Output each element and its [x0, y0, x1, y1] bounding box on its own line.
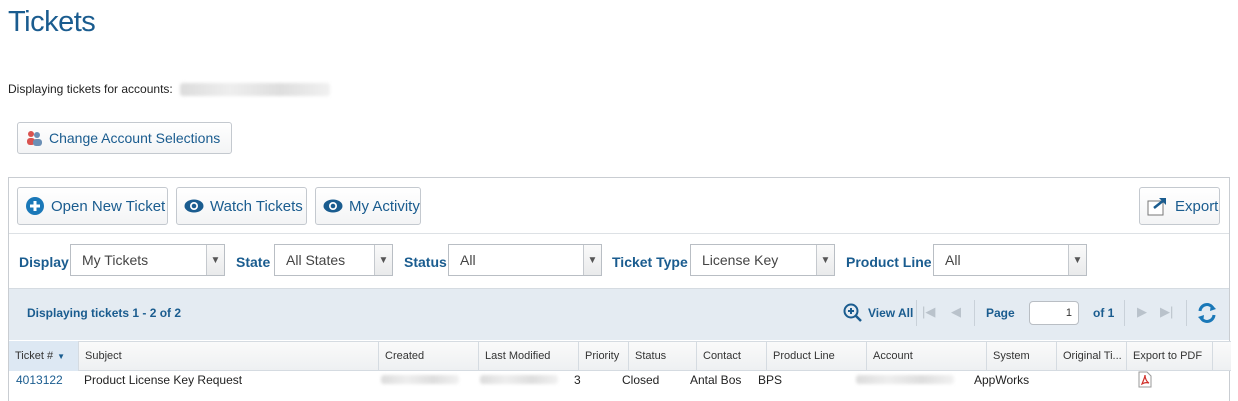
ticket-product-line: BPS — [758, 373, 783, 387]
export-button[interactable]: Export — [1139, 187, 1220, 225]
export-icon — [1147, 196, 1169, 216]
export-label: Export — [1175, 197, 1219, 215]
last-page-icon[interactable]: ▶| — [1160, 304, 1173, 320]
page-number-input[interactable]: 1 — [1029, 301, 1079, 325]
state-filter-label: State — [236, 254, 271, 270]
divider — [1124, 300, 1125, 326]
accounts-redacted — [180, 83, 331, 97]
column-header-export-to-pdf[interactable]: Export to PDF — [1127, 341, 1213, 371]
column-header-status[interactable]: Status — [629, 341, 697, 371]
my-activity-label: My Activity — [349, 197, 420, 215]
view-all-link[interactable]: View All — [868, 306, 913, 320]
product-line-select[interactable]: All ▼ — [933, 244, 1087, 276]
column-header-created[interactable]: Created — [379, 341, 479, 371]
watch-tickets-button[interactable]: Watch Tickets — [176, 187, 307, 225]
account-redacted — [856, 375, 954, 384]
pager-summary: Displaying tickets 1 - 2 of 2 — [27, 306, 182, 320]
eye-icon — [184, 199, 204, 213]
status-filter-label: Status — [404, 254, 447, 270]
zoom-in-icon[interactable] — [843, 303, 863, 328]
previous-page-icon[interactable]: ◀ — [951, 304, 961, 320]
column-header-priority[interactable]: Priority — [579, 341, 629, 371]
column-header-product-line[interactable]: Product Line — [767, 341, 867, 371]
divider — [1186, 300, 1187, 326]
chevron-down-icon: ▼ — [583, 245, 601, 275]
accounts-line: Displaying tickets for accounts: — [8, 82, 331, 97]
next-page-icon[interactable]: ▶ — [1137, 304, 1147, 320]
status-select-value: All — [460, 252, 476, 268]
ticket-status: Closed — [622, 373, 660, 387]
chevron-down-icon: ▼ — [1068, 245, 1086, 275]
ticket-subject: Product License Key Request — [84, 373, 243, 387]
change-account-selections-button[interactable]: Change Account Selections — [17, 122, 232, 154]
column-header-account[interactable]: Account — [867, 341, 987, 371]
page-of-label: of 1 — [1093, 306, 1115, 320]
change-account-selections-label: Change Account Selections — [49, 130, 221, 146]
ticket-type-filter-label: Ticket Type — [612, 254, 688, 270]
watch-tickets-label: Watch Tickets — [210, 197, 303, 215]
ticket-priority: 3 — [574, 373, 581, 387]
my-activity-button[interactable]: My Activity — [315, 187, 421, 225]
first-page-icon[interactable]: |◀ — [922, 304, 935, 320]
column-header-subject[interactable]: Subject — [79, 341, 379, 371]
ticket-type-select[interactable]: License Key ▼ — [690, 244, 835, 276]
plus-circle-icon — [25, 196, 45, 216]
product-line-select-value: All — [945, 252, 961, 268]
state-select[interactable]: All States ▼ — [274, 244, 393, 276]
sort-descending-icon: ▼ — [57, 351, 66, 361]
ticket-type-select-value: License Key — [702, 252, 779, 268]
status-select[interactable]: All ▼ — [448, 244, 602, 276]
eye-icon — [323, 199, 343, 213]
open-new-ticket-label: Open New Ticket — [51, 197, 166, 215]
ticket-number-link[interactable]: 4013122 — [16, 373, 63, 390]
column-header-contact[interactable]: Contact — [697, 341, 767, 371]
accounts-label: Displaying tickets for accounts: — [8, 82, 173, 96]
divider — [916, 300, 917, 326]
open-new-ticket-button[interactable]: Open New Ticket — [17, 187, 168, 225]
refresh-icon[interactable] — [1196, 302, 1218, 329]
display-select-value: My Tickets — [82, 252, 149, 268]
column-header-original-ticket[interactable]: Original Ti... — [1057, 341, 1127, 371]
chevron-down-icon: ▼ — [206, 245, 224, 275]
chevron-down-icon: ▼ — [816, 245, 834, 275]
display-filter-label: Display — [19, 254, 69, 270]
column-header-ticket-number[interactable]: Ticket # ▼ — [9, 341, 79, 371]
product-line-filter-label: Product Line — [846, 254, 932, 270]
column-header-last-modified[interactable]: Last Modified — [479, 341, 579, 371]
users-icon — [25, 130, 43, 146]
last-modified-redacted — [480, 375, 558, 384]
ticket-system: AppWorks — [974, 373, 1030, 387]
ticket-contact: Antal Bos — [690, 373, 742, 387]
chevron-down-icon: ▼ — [374, 245, 392, 275]
created-redacted — [381, 375, 459, 384]
divider — [974, 300, 975, 326]
display-select[interactable]: My Tickets ▼ — [70, 244, 225, 276]
pdf-icon[interactable] — [1138, 371, 1152, 393]
page-title: Tickets — [8, 6, 96, 38]
state-select-value: All States — [286, 252, 346, 268]
column-header-system[interactable]: System — [987, 341, 1057, 371]
page-label: Page — [986, 306, 1015, 320]
